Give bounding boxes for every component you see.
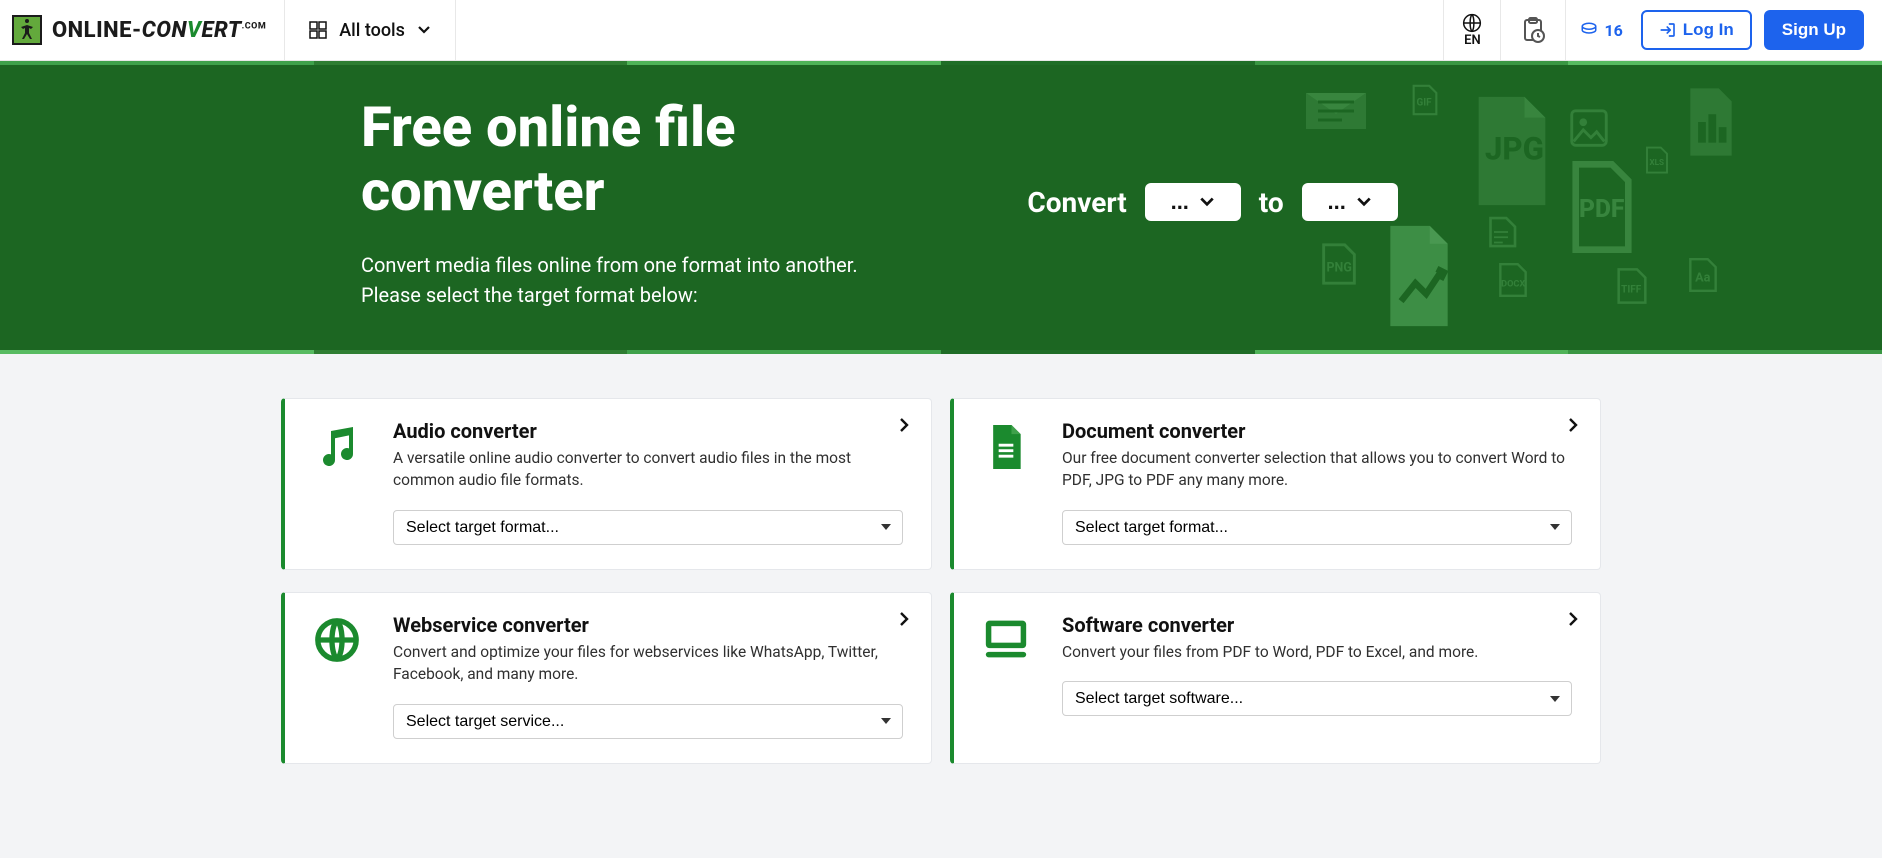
mail-icon: [1300, 75, 1372, 147]
clipboard-clock-icon: [1519, 16, 1547, 44]
chevron-right-icon: [899, 611, 909, 627]
webservice-target-select[interactable]: Select target service...: [393, 704, 903, 739]
document-icon: [976, 419, 1036, 545]
language-selector[interactable]: EN: [1443, 0, 1500, 60]
convert-bar: Convert ... to ...: [1027, 183, 1397, 221]
convert-to-select[interactable]: ...: [1302, 183, 1398, 221]
card-webservice-converter[interactable]: Webservice converter Convert and optimiz…: [281, 592, 932, 764]
chevron-down-icon: [1356, 194, 1372, 210]
music-icon: [307, 419, 367, 545]
chart-file-icon: [1376, 221, 1462, 331]
credits-value: 16: [1604, 21, 1622, 40]
accent-bar-bottom: [0, 350, 1882, 354]
document-target-select[interactable]: Select target format...: [1062, 510, 1572, 545]
accent-bar-top: [0, 61, 1882, 65]
audio-target-select[interactable]: Select target format...: [393, 510, 903, 545]
convert-from-select[interactable]: ...: [1145, 183, 1241, 221]
card-desc: Convert and optimize your files for webs…: [393, 641, 903, 686]
coins-icon: [1580, 21, 1598, 39]
svg-text:Aa: Aa: [1695, 270, 1711, 285]
all-tools-label: All tools: [339, 20, 405, 41]
auth-actions: Log In Sign Up: [1637, 0, 1882, 60]
card-desc: Our free document converter selection th…: [1062, 447, 1572, 492]
svg-text:JPG: JPG: [1485, 130, 1544, 167]
chevron-down-icon: [1199, 194, 1215, 210]
card-audio-converter[interactable]: Audio converter A versatile online audio…: [281, 398, 932, 570]
card-software-converter[interactable]: Software converter Convert your files fr…: [950, 592, 1601, 764]
login-icon: [1659, 21, 1677, 39]
card-desc: A versatile online audio converter to co…: [393, 447, 903, 492]
login-button[interactable]: Log In: [1641, 10, 1752, 50]
signup-button[interactable]: Sign Up: [1764, 10, 1864, 50]
image-file-icon: [1566, 105, 1612, 151]
credits-indicator[interactable]: 16: [1565, 0, 1636, 60]
header: ONLINE-CONVERT.COM All tools EN 16 Log I…: [0, 0, 1882, 61]
globe-icon: [307, 613, 367, 739]
card-title: Webservice converter: [393, 613, 903, 637]
converter-grid: Audio converter A versatile online audio…: [221, 354, 1661, 764]
xls-file-icon: XLS: [1642, 145, 1672, 175]
svg-text:PNG: PNG: [1327, 261, 1352, 276]
hero: GIF JPG XLS PDF PNG DOCX TIFF Aa Free on…: [0, 61, 1882, 354]
chevron-right-icon: [899, 417, 909, 433]
card-document-converter[interactable]: Document converter Our free document con…: [950, 398, 1601, 570]
tiff-file-icon: TIFF: [1612, 266, 1652, 306]
jpg-file-icon: JPG: [1462, 91, 1562, 211]
svg-text:DOCX: DOCX: [1501, 278, 1525, 289]
gif-file-icon: GIF: [1408, 83, 1442, 117]
chevron-right-icon: [1568, 611, 1578, 627]
software-target-select[interactable]: Select target software...: [1062, 681, 1572, 716]
docx-file-icon: DOCX: [1494, 261, 1532, 299]
hero-subtitle: Convert media files online from one form…: [361, 250, 921, 310]
grid-icon: [309, 21, 327, 39]
svg-text:XLS: XLS: [1650, 157, 1665, 167]
card-desc: Convert your files from PDF to Word, PDF…: [1062, 641, 1572, 663]
convert-label: Convert: [1027, 186, 1126, 219]
convert-from-value: ...: [1171, 189, 1189, 215]
chevron-right-icon: [1568, 417, 1578, 433]
card-title: Software converter: [1062, 613, 1572, 637]
chevron-down-icon: [417, 23, 431, 37]
font-file-icon: Aa: [1684, 256, 1722, 294]
logo[interactable]: ONLINE-CONVERT.COM: [0, 0, 285, 60]
logo-text: ONLINE-CONVERT.COM: [52, 18, 266, 43]
audio-file-icon: [1480, 211, 1522, 253]
svg-text:PDF: PDF: [1579, 195, 1625, 224]
logo-icon: [12, 15, 42, 45]
svg-text:GIF: GIF: [1417, 98, 1433, 109]
login-label: Log In: [1683, 20, 1734, 40]
barchart-file-icon: [1680, 85, 1742, 159]
history-button[interactable]: [1500, 0, 1565, 60]
signup-label: Sign Up: [1782, 20, 1846, 39]
hero-title: Free online file converter: [361, 95, 987, 224]
globe-icon: [1462, 13, 1482, 33]
pdf-file-icon: PDF: [1562, 161, 1642, 253]
png-file-icon: PNG: [1316, 241, 1362, 287]
svg-text:TIFF: TIFF: [1621, 285, 1642, 296]
card-title: Document converter: [1062, 419, 1572, 443]
card-title: Audio converter: [393, 419, 903, 443]
all-tools-menu[interactable]: All tools: [285, 0, 456, 60]
to-label: to: [1259, 186, 1284, 219]
monitor-icon: [976, 613, 1036, 739]
language-label: EN: [1464, 33, 1481, 48]
convert-to-value: ...: [1328, 189, 1346, 215]
